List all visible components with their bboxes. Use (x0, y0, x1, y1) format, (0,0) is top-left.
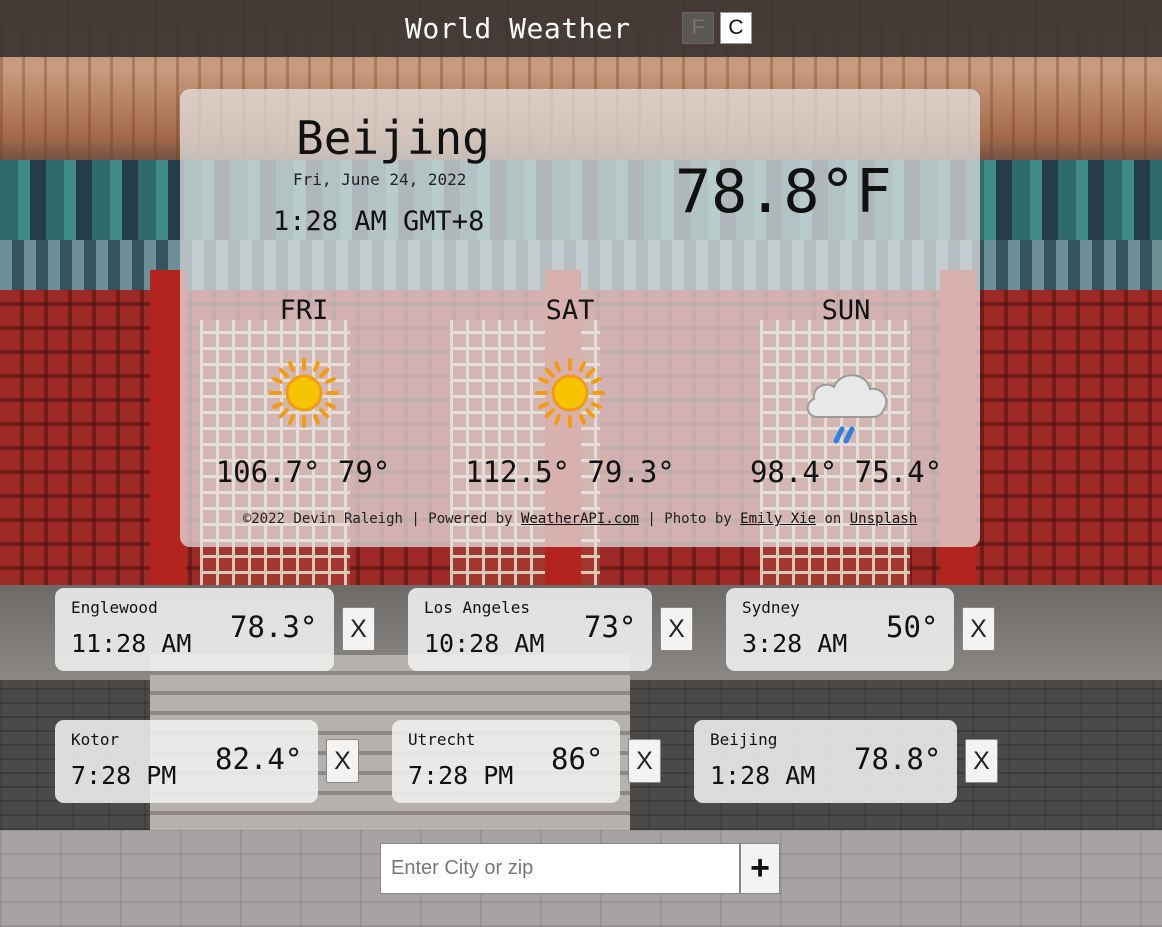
saved-city-time: 11:28 AM (71, 629, 192, 658)
saved-city-time: 7:28 PM (71, 761, 177, 790)
saved-city-temp: 78.8° (854, 742, 942, 776)
current-weather-card: Beijing Fri, June 24, 2022 1:28 AM GMT+8… (180, 89, 980, 547)
saved-city-card[interactable]: Beijing 1:28 AM 78.8° (694, 720, 957, 803)
weatherapi-link[interactable]: WeatherAPI.com (521, 511, 639, 527)
forecast-high-low: 98.4° 75.4° (749, 455, 943, 489)
on-text: on (816, 511, 850, 527)
current-local-time: 1:28 AM GMT+8 (273, 206, 485, 237)
city-search-input[interactable] (380, 843, 740, 894)
saved-city-name: Beijing (710, 730, 778, 749)
forecast-day-label: FRI (279, 295, 329, 326)
saved-city-temp: 73° (584, 610, 637, 644)
saved-city-time: 10:28 AM (424, 629, 545, 658)
saved-city-card[interactable]: Los Angeles 10:28 AM 73° (408, 588, 652, 671)
remove-city-button[interactable]: X (628, 739, 661, 783)
current-date: Fri, June 24, 2022 (293, 170, 467, 189)
celsius-toggle-button[interactable]: C (720, 12, 752, 44)
saved-city-card[interactable]: Kotor 7:28 PM 82.4° (55, 720, 318, 803)
saved-city-name: Sydney (742, 598, 800, 617)
saved-city-name: Los Angeles (424, 598, 530, 617)
footer-separator: | (402, 511, 429, 527)
app-title: World Weather (405, 12, 631, 45)
remove-city-button[interactable]: X (660, 607, 693, 651)
saved-city-name: Englewood (71, 598, 158, 617)
saved-city-card[interactable]: Sydney 3:28 AM 50° (726, 588, 954, 671)
sunny-icon (535, 358, 605, 428)
forecast-high-low: 112.5° 79.3° (465, 455, 675, 489)
photographer-link[interactable]: Emily Xie (740, 511, 816, 527)
saved-city-temp: 86° (551, 742, 604, 776)
saved-city-temp: 82.4° (215, 742, 303, 776)
remove-city-button[interactable]: X (965, 739, 998, 783)
current-temperature: 78.8°F (675, 157, 892, 227)
saved-city-time: 1:28 AM (710, 761, 816, 790)
saved-city-temp: 50° (886, 610, 939, 644)
fahrenheit-toggle-button[interactable]: F (682, 12, 714, 44)
top-bar: World Weather F C (0, 0, 1162, 57)
remove-city-button[interactable]: X (326, 739, 359, 783)
saved-city-time: 3:28 AM (742, 629, 848, 658)
current-city-name: Beijing (296, 111, 490, 165)
forecast-day-label: SAT (545, 295, 595, 326)
saved-city-card[interactable]: Englewood 11:28 AM 78.3° (55, 588, 334, 671)
saved-city-temp: 78.3° (230, 610, 318, 644)
remove-city-button[interactable]: X (342, 607, 375, 651)
unsplash-link[interactable]: Unsplash (850, 511, 917, 527)
sunny-icon (269, 358, 339, 428)
saved-city-time: 7:28 PM (408, 761, 514, 790)
footer-separator: | (639, 511, 665, 527)
remove-city-button[interactable]: X (962, 607, 995, 651)
saved-city-name: Utrecht (408, 730, 476, 749)
photo-by-text: Photo by (664, 511, 741, 527)
credits-footer: ©2022 Devin Raleigh | Powered by Weather… (180, 511, 980, 527)
saved-city-card[interactable]: Utrecht 7:28 PM 86° (392, 720, 620, 803)
forecast-high-low: 106.7° 79° (215, 455, 391, 489)
add-city-button[interactable]: + (740, 843, 780, 894)
rain-cloud-icon (806, 374, 888, 444)
powered-by-text: Powered by (428, 511, 521, 527)
copyright-text: ©2022 Devin Raleigh (242, 511, 403, 527)
saved-city-name: Kotor (71, 730, 120, 749)
forecast-day-label: SUN (821, 295, 871, 326)
